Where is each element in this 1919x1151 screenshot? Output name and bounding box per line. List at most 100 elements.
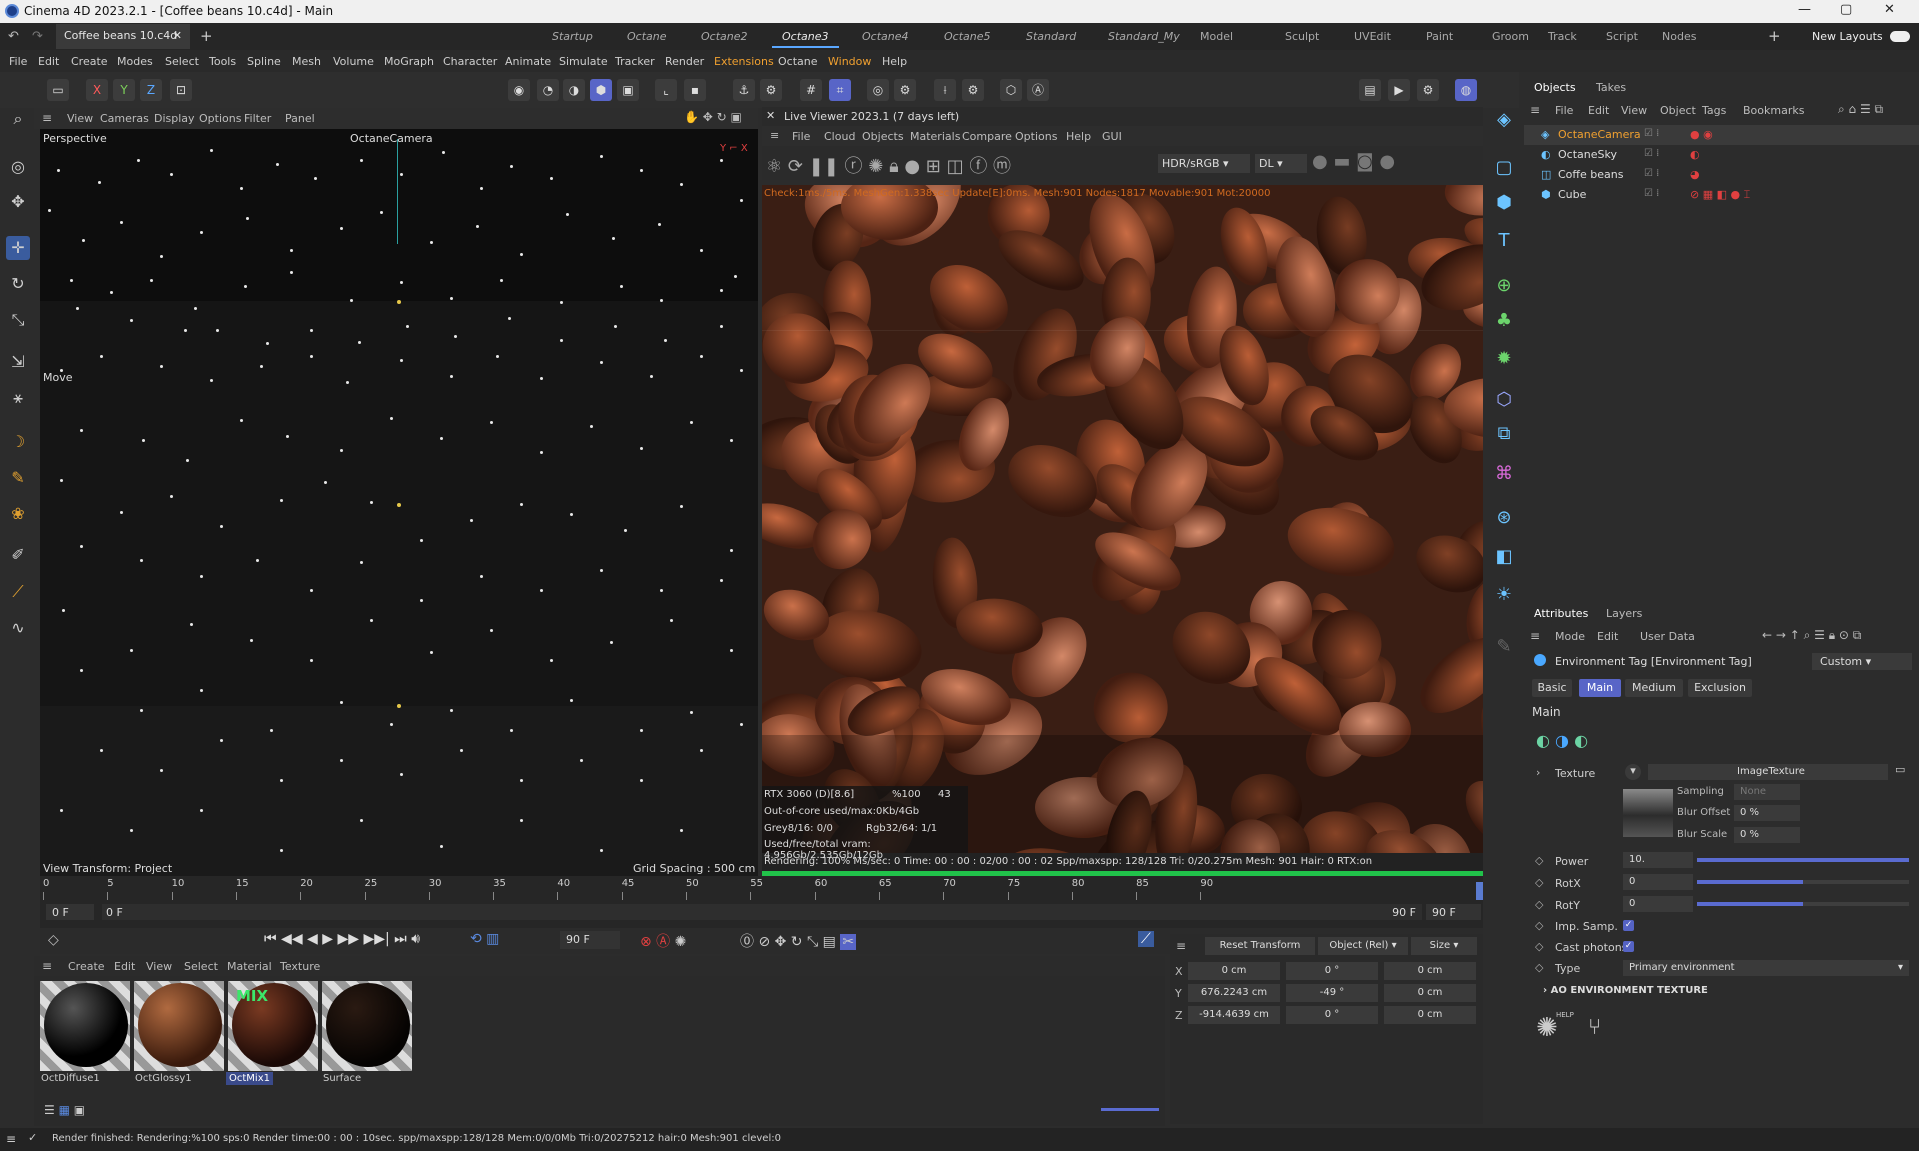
object-tag-icons[interactable]: ◕ bbox=[1690, 168, 1700, 181]
paint-icon[interactable]: ✐ bbox=[6, 543, 30, 567]
measure-icon[interactable]: ⟋ bbox=[6, 580, 30, 604]
object-cube[interactable]: Cube bbox=[1558, 188, 1586, 201]
fcurve-icon[interactable]: ⟋ bbox=[1138, 931, 1154, 947]
objects-search-icons[interactable]: ⌕ ⌂ ☰ ⧉ bbox=[1838, 102, 1883, 117]
object-visibility-icons[interactable]: ☑ ⁞ bbox=[1644, 168, 1659, 179]
tab-objects[interactable]: Objects bbox=[1534, 81, 1576, 94]
object-visibility-icons[interactable]: ☑ ⁞ bbox=[1644, 188, 1659, 199]
frame-field[interactable]: 90 F bbox=[560, 931, 620, 949]
z-axis-lock[interactable]: Z bbox=[140, 79, 162, 101]
scale-tool-icon[interactable]: ⤡ bbox=[6, 308, 30, 332]
material-hamburger-icon[interactable]: ≡ bbox=[42, 959, 52, 973]
timeline-end-marker[interactable] bbox=[1476, 882, 1483, 900]
menu-tracker[interactable]: Tracker bbox=[615, 55, 655, 68]
imp-samp-checkbox[interactable]: ✓ bbox=[1623, 920, 1634, 931]
size-mode-select[interactable]: Size ▾ bbox=[1411, 937, 1477, 955]
menu-spline[interactable]: Spline bbox=[247, 55, 281, 68]
material-zoom-slider[interactable] bbox=[1101, 1108, 1159, 1111]
keyframe-icon[interactable]: ◇ bbox=[48, 932, 59, 948]
tab-takes[interactable]: Takes bbox=[1596, 81, 1626, 94]
workplane-icon[interactable]: ◎ bbox=[867, 79, 889, 101]
blur-scale-field[interactable]: 0 % bbox=[1734, 827, 1800, 843]
viewport-hamburger-icon[interactable]: ≡ bbox=[42, 111, 52, 125]
env-mode-icons[interactable]: ◐ ◑ ◐ bbox=[1536, 731, 1588, 750]
material-menu-texture[interactable]: Texture bbox=[280, 960, 320, 973]
layout-tab-startup[interactable]: Startup bbox=[552, 30, 593, 43]
object-octanecamera[interactable]: OctaneCamera bbox=[1558, 128, 1641, 141]
power-slider[interactable] bbox=[1697, 858, 1909, 862]
viewport-menu-panel[interactable]: Panel bbox=[285, 112, 315, 125]
material-menu-material[interactable]: Material bbox=[227, 960, 272, 973]
layout-tab-standard_my[interactable]: Standard_My bbox=[1108, 30, 1180, 43]
start-frame-field[interactable]: 0 F bbox=[46, 904, 94, 920]
select-icon[interactable]: ◎ bbox=[6, 155, 30, 179]
material-menu-select[interactable]: Select bbox=[184, 960, 218, 973]
layout-tab-octane2[interactable]: Octane2 bbox=[701, 30, 748, 43]
roty-keyframe-icon[interactable]: ◇ bbox=[1535, 898, 1543, 911]
material-thumb-octglossy1[interactable] bbox=[134, 981, 224, 1071]
subtab-main[interactable]: Main bbox=[1579, 679, 1621, 697]
transfer-icon[interactable]: ⇲ bbox=[6, 350, 30, 374]
octane-live-icon[interactable]: ◍ bbox=[1455, 79, 1477, 101]
cast-photons-checkbox[interactable]: ✓ bbox=[1623, 941, 1634, 952]
coord-position-z[interactable]: -914.4639 cm bbox=[1188, 1006, 1280, 1024]
frame-range-bar[interactable]: 0 F 90 F bbox=[102, 904, 1422, 920]
menu-render[interactable]: Render bbox=[665, 55, 704, 68]
document-tab[interactable]: Coffee beans 10.c4d ✕ bbox=[56, 24, 190, 49]
objects-menu-bookmarks[interactable]: Bookmarks bbox=[1743, 104, 1804, 117]
status-hamburger-icon[interactable]: ≡ bbox=[6, 1132, 16, 1146]
objects-menu-tags[interactable]: Tags bbox=[1702, 104, 1726, 117]
layout-tab-track[interactable]: Track bbox=[1548, 30, 1577, 43]
menu-create[interactable]: Create bbox=[71, 55, 108, 68]
objects-menu-view[interactable]: View bbox=[1621, 104, 1647, 117]
layout-tab-nodes[interactable]: Nodes bbox=[1662, 30, 1696, 43]
cube-outline-icon[interactable]: ▢ bbox=[1489, 153, 1519, 183]
menu-extensions[interactable]: Extensions bbox=[714, 55, 774, 68]
x-axis-lock[interactable]: X bbox=[86, 79, 108, 101]
snap-enable-icon[interactable]: ⚓ bbox=[733, 79, 755, 101]
roty-field[interactable]: 0 bbox=[1623, 896, 1693, 912]
coord-size-z[interactable]: 0 cm bbox=[1384, 1006, 1476, 1024]
display-icon[interactable]: ▣ bbox=[617, 79, 639, 101]
subtab-basic[interactable]: Basic bbox=[1532, 679, 1572, 697]
record-icons[interactable]: ⊗ Ⓐ ✺ bbox=[640, 931, 686, 951]
redo-icon[interactable]: ↷ bbox=[32, 29, 43, 44]
text-icon[interactable]: T bbox=[1489, 226, 1519, 256]
add-tab-icon[interactable]: + bbox=[200, 27, 213, 45]
grid-snap-icon[interactable]: ⌗ bbox=[829, 79, 851, 101]
layout-tab-octane5[interactable]: Octane5 bbox=[944, 30, 991, 43]
tab-layers[interactable]: Layers bbox=[1606, 607, 1642, 620]
help-icon[interactable]: ✺ bbox=[1536, 1013, 1558, 1043]
render-image[interactable] bbox=[762, 185, 1483, 853]
close-window-icon[interactable]: ✕ bbox=[1884, 2, 1895, 17]
menu-character[interactable]: Character bbox=[443, 55, 497, 68]
brush-icon[interactable]: ☽ bbox=[6, 430, 30, 454]
menu-octane[interactable]: Octane bbox=[778, 55, 818, 68]
material-menu-view[interactable]: View bbox=[146, 960, 172, 973]
layout-tab-octane4[interactable]: Octane4 bbox=[862, 30, 909, 43]
layout-tab-paint[interactable]: Paint bbox=[1426, 30, 1453, 43]
layout-tab-script[interactable]: Script bbox=[1606, 30, 1638, 43]
coord-position-y[interactable]: 676.2243 cm bbox=[1188, 984, 1280, 1002]
octane-a-icon[interactable]: Ⓐ bbox=[1027, 79, 1049, 101]
rotx-keyframe-icon[interactable]: ◇ bbox=[1535, 876, 1543, 889]
render-view-icon[interactable]: ▤ bbox=[1359, 79, 1381, 101]
rotx-field[interactable]: 0 bbox=[1623, 874, 1693, 890]
menu-modes[interactable]: Modes bbox=[117, 55, 153, 68]
object-tag-icons[interactable]: ◐ bbox=[1690, 148, 1700, 161]
lasso-icon[interactable]: ✥ bbox=[6, 190, 30, 214]
lv-menu-cloud[interactable]: Cloud bbox=[824, 130, 855, 143]
camera-icon[interactable]: ◧ bbox=[1489, 542, 1519, 572]
coord-position-x[interactable]: 0 cm bbox=[1188, 962, 1280, 980]
object-coffe-beans[interactable]: Coffe beans bbox=[1558, 168, 1623, 181]
object-tag-icons[interactable]: ● ◉ bbox=[1690, 128, 1713, 141]
effector-icon[interactable]: ✹ bbox=[1489, 344, 1519, 374]
viewport-menu-display[interactable]: Display bbox=[154, 112, 195, 125]
viewport-menu-cameras[interactable]: Cameras bbox=[100, 112, 149, 125]
attr-hamburger-icon[interactable]: ≡ bbox=[1530, 629, 1540, 643]
menu-mograph[interactable]: MoGraph bbox=[384, 55, 434, 68]
menu-window[interactable]: Window bbox=[828, 55, 871, 68]
power-field[interactable]: 10. bbox=[1623, 852, 1693, 868]
lv-hamburger-icon[interactable]: ≡ bbox=[770, 129, 779, 142]
light-icon[interactable]: ☀ bbox=[1489, 580, 1519, 610]
